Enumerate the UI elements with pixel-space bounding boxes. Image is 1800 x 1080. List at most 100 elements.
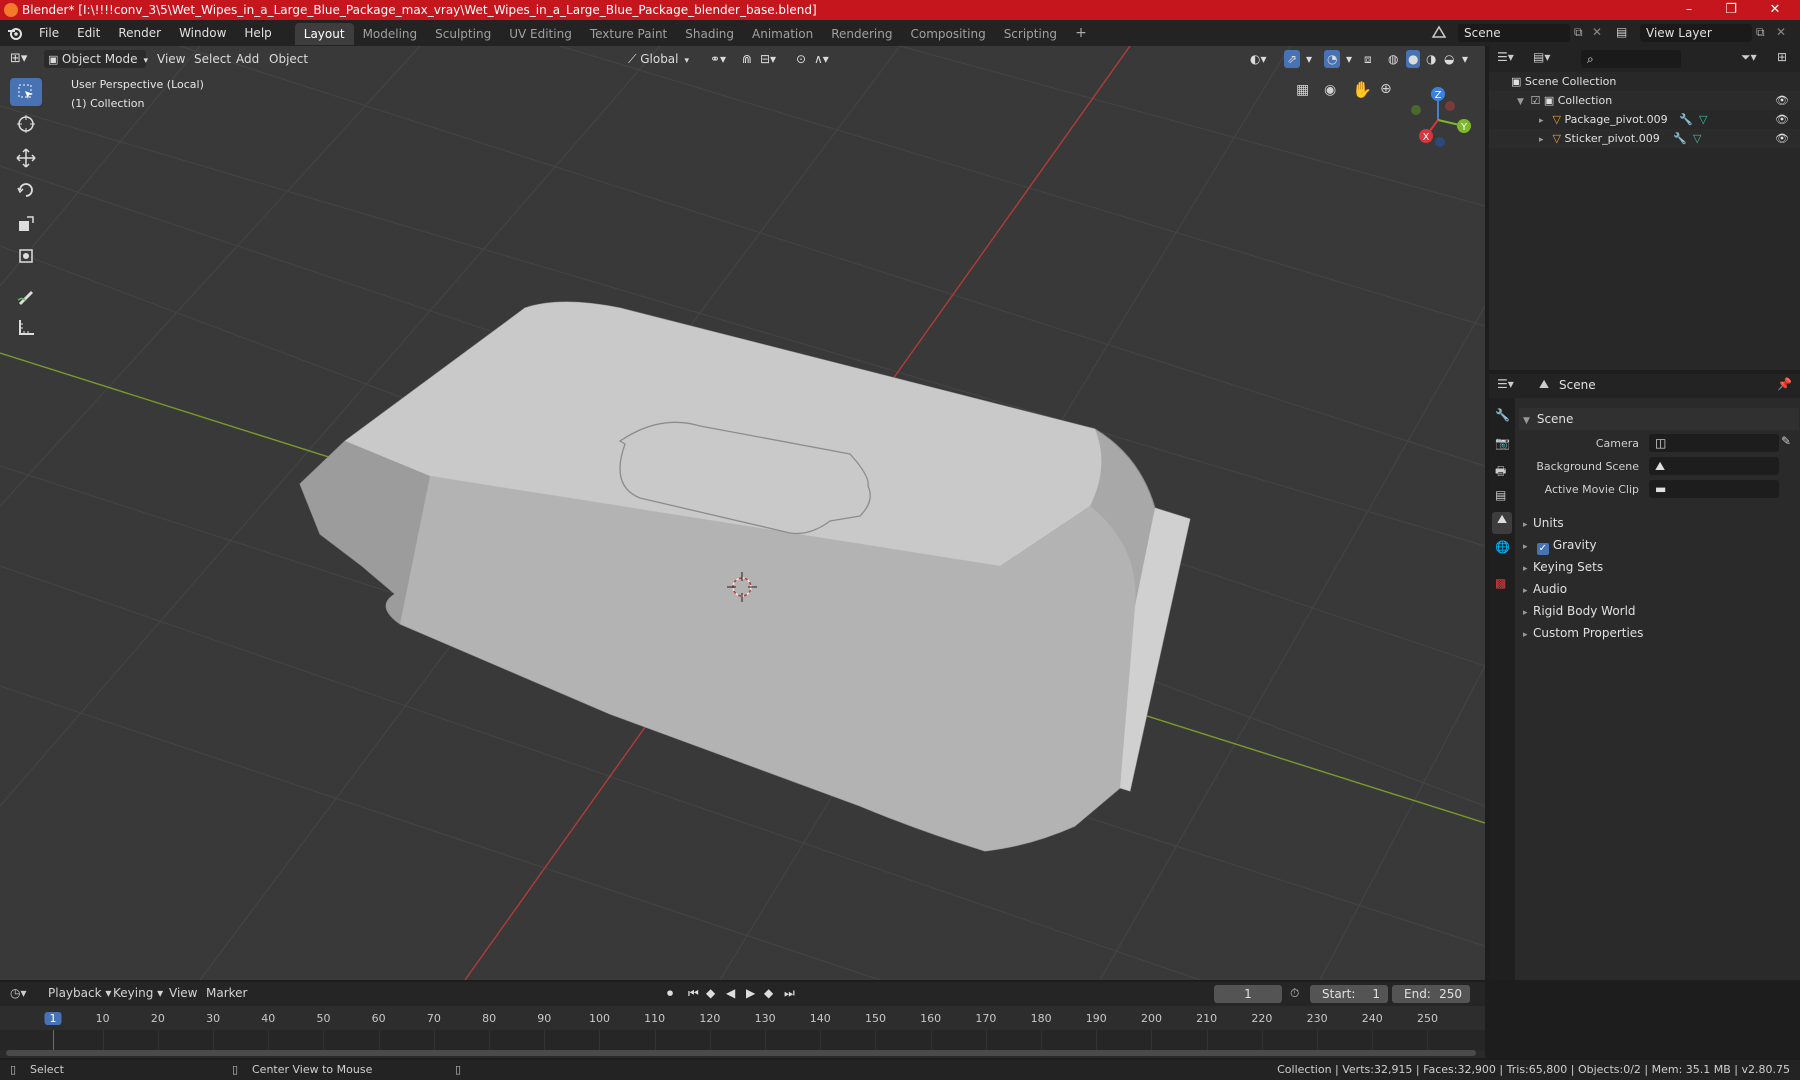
texture-tab-icon[interactable]: ▩ [1495,576,1506,590]
timeline-menu-marker[interactable]: Marker [206,986,247,1000]
modifier-wrench-icon[interactable]: 🔧 [1673,129,1687,148]
minimize-button[interactable]: – [1666,0,1712,20]
menu-help[interactable]: Help [235,20,280,46]
scale-tool-button[interactable] [10,210,42,238]
scene-tab-icon[interactable]: ⛰ [1492,512,1512,534]
view-layer-field[interactable]: View Layer [1640,24,1752,42]
snap-magnet-icon[interactable]: ⋒ [742,50,752,68]
zoom-icon[interactable]: ⊕ [1380,81,1392,97]
view-layer-tab-icon[interactable]: ▤ [1495,488,1506,502]
tab-modeling[interactable]: Modeling [354,23,427,45]
collection-checkbox[interactable]: ☑ [1531,94,1544,107]
transform-orientation-dropdown[interactable]: ⟋ Global ▾ [628,50,698,68]
outliner-row-sticker[interactable]: ▸ ▽ Sticker_pivot.009 🔧 ▽ 👁 [1489,129,1800,148]
camera-field[interactable]: ◫ [1649,434,1779,452]
overlays-dropdown-icon[interactable]: ▾ [1346,50,1352,68]
eyedropper-icon[interactable]: ✎ [1781,434,1791,448]
move-tool-button[interactable] [10,144,42,172]
visibility-icon[interactable]: ◐▾ [1250,50,1267,68]
overlays-toggle-icon[interactable]: ◔ [1324,50,1341,68]
timeline-ruler[interactable]: 1 10 20 30 40 50 60 70 80 90 100 110 120 130 140 150 160… [0,1006,1485,1030]
audio-panel[interactable]: ▸ Audio [1519,578,1799,600]
delete-scene-icon[interactable]: ✕ [1592,25,1602,39]
maximize-button[interactable]: ❐ [1708,0,1754,20]
grid-view-icon[interactable]: ▦ [1296,82,1309,98]
package-visibility-eye-icon[interactable]: 👁 [1775,110,1789,129]
gravity-checkbox[interactable]: ✓ [1536,543,1549,555]
xray-toggle-icon[interactable]: ⧈ [1364,50,1372,68]
properties-editor-type-icon[interactable]: ☰▾ [1497,377,1514,391]
outliner-row-scene-collection[interactable]: ▣ Scene Collection [1489,72,1800,91]
render-tab-icon[interactable]: 📷 [1495,436,1510,450]
prev-keyframe-icon[interactable]: ◆ [706,986,715,1000]
play-reverse-icon[interactable]: ◀ [726,986,735,1000]
custom-properties-panel[interactable]: ▸ Custom Properties [1519,622,1799,644]
collapse-arrow-icon[interactable]: ▼ [1523,410,1533,432]
gravity-panel[interactable]: ▸ ✓ Gravity [1519,534,1799,556]
close-button[interactable]: ✕ [1752,0,1798,20]
expand-arrow-icon[interactable]: ▸ [1523,514,1533,536]
gizmo-dropdown-icon[interactable]: ▾ [1306,50,1312,68]
keying-sets-panel[interactable]: ▸ Keying Sets [1519,556,1799,578]
output-tab-icon[interactable]: 🖶 [1495,462,1506,483]
mesh-data-icon[interactable]: ▽ [1693,129,1701,148]
viewport-menu-object[interactable]: Object [269,50,308,68]
outliner-row-package[interactable]: ▸ ▽ Package_pivot.009 🔧 ▽ 👁 [1489,110,1800,129]
end-frame-field[interactable]: End: 250 [1392,985,1470,1003]
tab-uv-editing[interactable]: UV Editing [500,23,581,45]
editor-type-icon[interactable]: ⊞▾ [10,50,27,68]
delete-view-layer-icon[interactable]: ✕ [1776,25,1786,39]
rendered-shading-icon[interactable]: ◒ [1444,50,1454,68]
scene-field[interactable]: Scene [1458,24,1570,42]
outliner-editor-type-icon[interactable]: ☰▾ [1497,50,1514,64]
units-panel[interactable]: ▸ Units [1519,512,1799,534]
timeline-scrollbar[interactable] [6,1050,1476,1056]
timeline-editor-type-icon[interactable]: ◷▾ [10,986,27,1000]
new-collection-icon[interactable]: ⊞ [1777,50,1787,64]
timeline-menu-keying[interactable]: Keying ▾ [113,986,163,1000]
expand-arrow-icon[interactable]: ▸ [1523,602,1533,624]
timeline-menu-playback[interactable]: Playback ▾ [48,986,111,1000]
rigid-body-world-panel[interactable]: ▸ Rigid Body World [1519,600,1799,622]
viewport-menu-add[interactable]: Add [236,50,259,68]
material-shading-icon[interactable]: ◑ [1426,50,1436,68]
menu-window[interactable]: Window [170,20,235,46]
menu-file[interactable]: File [30,20,68,46]
proportional-edit-icon[interactable]: ⊙ [796,50,806,68]
transform-tool-button[interactable] [10,242,42,270]
tab-texture-paint[interactable]: Texture Paint [581,23,676,45]
pin-icon[interactable]: 📌 [1777,377,1792,391]
annotate-tool-button[interactable] [10,282,42,310]
modifier-wrench-icon[interactable]: 🔧 [1679,110,1693,129]
cursor-tool-button[interactable] [10,110,42,138]
object-mode-dropdown[interactable]: ▣ Object Mode ▾ [44,50,148,68]
menu-edit[interactable]: Edit [68,20,109,46]
timeline-track[interactable] [0,1030,1485,1050]
world-tab-icon[interactable]: 🌐 [1495,540,1510,554]
wireframe-shading-icon[interactable]: ◍ [1388,50,1398,68]
tab-scripting[interactable]: Scripting [995,23,1066,45]
shading-dropdown-icon[interactable]: ▾ [1462,50,1468,68]
jump-start-icon[interactable]: ⏮ [688,986,699,1001]
tab-sculpting[interactable]: Sculpting [426,23,500,45]
viewport-menu-select[interactable]: Select [194,50,231,68]
rotate-tool-button[interactable] [10,176,42,204]
tab-rendering[interactable]: Rendering [822,23,901,45]
outliner-row-collection[interactable]: ▼ ☑ ▣ Collection 👁 [1489,91,1800,110]
3d-viewport[interactable]: User Perspective (Local) (1) Collection … [0,46,1485,980]
view-layer-icon[interactable]: ▤ [1616,25,1627,39]
active-movie-clip-field[interactable]: ▬ [1649,480,1779,498]
add-workspace-button[interactable]: + [1066,20,1096,46]
scene-panel-header[interactable]: ▼ Scene [1519,408,1799,430]
collection-visibility-eye-icon[interactable]: 👁 [1775,91,1789,110]
snap-target-icon[interactable]: ⊟▾ [760,50,776,68]
camera-view-icon[interactable]: ◉ [1324,82,1336,98]
new-view-layer-icon[interactable]: ⧉ [1756,25,1765,40]
play-icon[interactable]: ▶ [746,986,755,1000]
tool-tab-icon[interactable]: 🔧 [1495,408,1510,422]
tab-shading[interactable]: Shading [676,23,743,45]
sticker-visibility-eye-icon[interactable]: 👁 [1775,129,1789,148]
stopwatch-icon[interactable]: ⏱ [1290,986,1299,1001]
expand-arrow-icon[interactable]: ▸ [1523,536,1533,558]
display-mode-icon[interactable]: ▤▾ [1533,50,1550,64]
